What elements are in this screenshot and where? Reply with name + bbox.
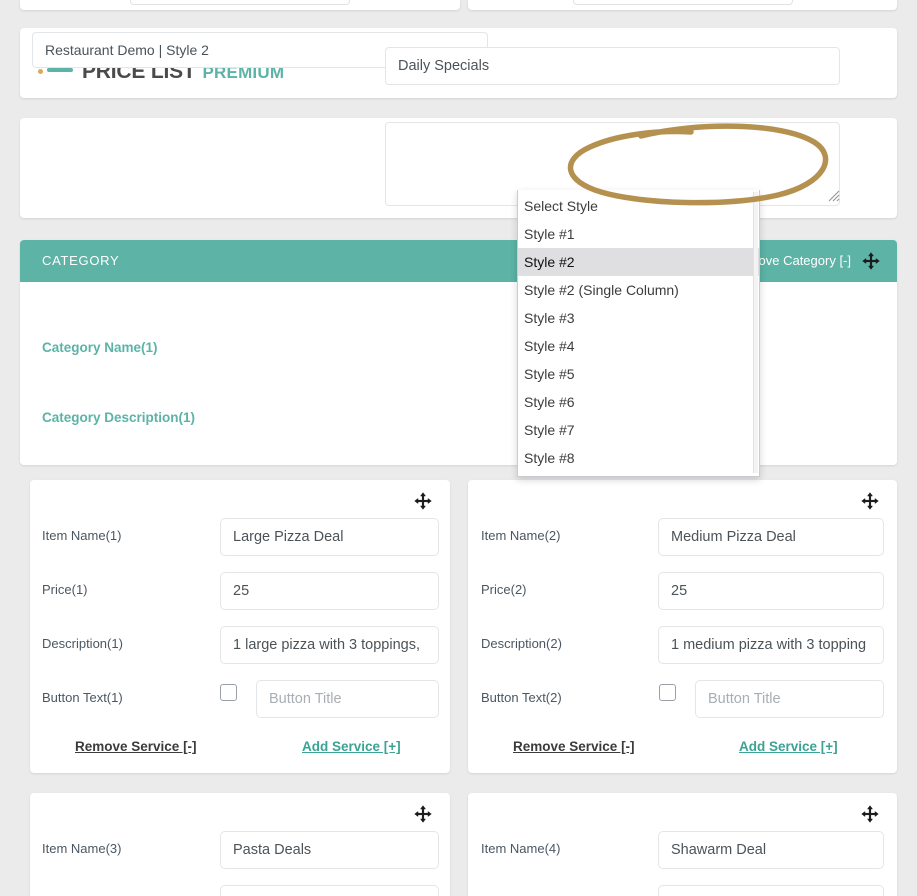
remove-service-link[interactable]: Remove Service [-] <box>513 739 635 754</box>
category-name-input[interactable] <box>385 47 840 85</box>
category-panel: CATEGORY Remove Category [-] Category Na… <box>20 240 897 465</box>
item-price-input[interactable] <box>658 572 884 610</box>
style-option[interactable]: Style #1 <box>518 220 759 248</box>
item-card: Item Name(1) Price(1) Description(1) But… <box>30 480 450 773</box>
category-header-title: CATEGORY <box>42 253 119 268</box>
item-price-label: Price(2) <box>481 582 527 597</box>
item-name-label: Item Name(2) <box>481 528 560 543</box>
item-button-enable-checkbox[interactable] <box>659 684 676 701</box>
style-option[interactable]: Style #2 <box>518 248 759 276</box>
style-option[interactable]: Style #4 <box>518 332 759 360</box>
item-card: Item Name(2) Price(2) Description(2) But… <box>468 480 897 773</box>
move-handle-icon[interactable] <box>413 491 433 511</box>
item-button-title-input[interactable] <box>695 680 884 718</box>
item-button-title-input[interactable] <box>256 680 439 718</box>
item-name-label: Item Name(1) <box>42 528 121 543</box>
remove-service-link[interactable]: Remove Service [-] <box>75 739 197 754</box>
item-price-input[interactable] <box>658 885 884 896</box>
item-name-input[interactable] <box>658 518 884 556</box>
options-scrollbar[interactable] <box>753 192 758 473</box>
category-description-label: Category Description(1) <box>42 410 195 425</box>
add-service-link[interactable]: Add Service [+] <box>302 739 401 754</box>
item-name-input[interactable] <box>220 831 439 869</box>
style-option[interactable]: Style #8 <box>518 444 759 472</box>
move-handle-icon[interactable] <box>413 804 433 824</box>
move-handle-icon[interactable] <box>860 804 880 824</box>
item-price-input[interactable] <box>220 885 439 896</box>
item-name-input[interactable] <box>220 518 439 556</box>
item-price-label: Price(1) <box>42 582 88 597</box>
item-name-label: Item Name(3) <box>42 841 121 856</box>
style-option[interactable]: Style #5 <box>518 360 759 388</box>
item-name-label: Item Name(4) <box>481 841 560 856</box>
item-button-enable-checkbox[interactable] <box>220 684 237 701</box>
clipped-input-stub <box>130 0 350 5</box>
item-button-text-label: Button Text(2) <box>481 690 562 705</box>
item-description-input[interactable] <box>658 626 884 664</box>
clipped-input-stub <box>573 0 793 5</box>
add-service-link[interactable]: Add Service [+] <box>739 739 838 754</box>
category-name-label: Category Name(1) <box>42 340 158 355</box>
textarea-resize-handle[interactable] <box>826 188 840 202</box>
item-card: Item Name(3) <box>30 793 450 896</box>
move-handle-icon[interactable] <box>861 251 881 271</box>
style-option[interactable]: Style #3 <box>518 304 759 332</box>
style-option[interactable]: Style #2 (Single Column) <box>518 276 759 304</box>
item-description-label: Description(1) <box>42 636 123 651</box>
item-description-input[interactable] <box>220 626 439 664</box>
item-price-input[interactable] <box>220 572 439 610</box>
style-select-options[interactable]: Select StyleStyle #1Style #2Style #2 (Si… <box>517 190 760 477</box>
item-description-label: Description(2) <box>481 636 562 651</box>
item-card: Item Name(4) <box>468 793 897 896</box>
item-button-text-label: Button Text(1) <box>42 690 123 705</box>
move-handle-icon[interactable] <box>860 491 880 511</box>
style-option[interactable]: Select Style <box>518 192 759 220</box>
clipped-item-card-top-right <box>468 0 897 10</box>
style-option[interactable]: Style #6 <box>518 388 759 416</box>
category-header: CATEGORY Remove Category [-] <box>20 240 897 282</box>
item-name-input[interactable] <box>658 831 884 869</box>
category-body: Category Name(1) Category Description(1) <box>20 282 897 465</box>
page-root: STYLISH PRICE LIST PREMIUM Style #2 Sele… <box>0 0 917 896</box>
style-option[interactable]: Style #7 <box>518 416 759 444</box>
clipped-item-card-top-left <box>20 0 460 10</box>
